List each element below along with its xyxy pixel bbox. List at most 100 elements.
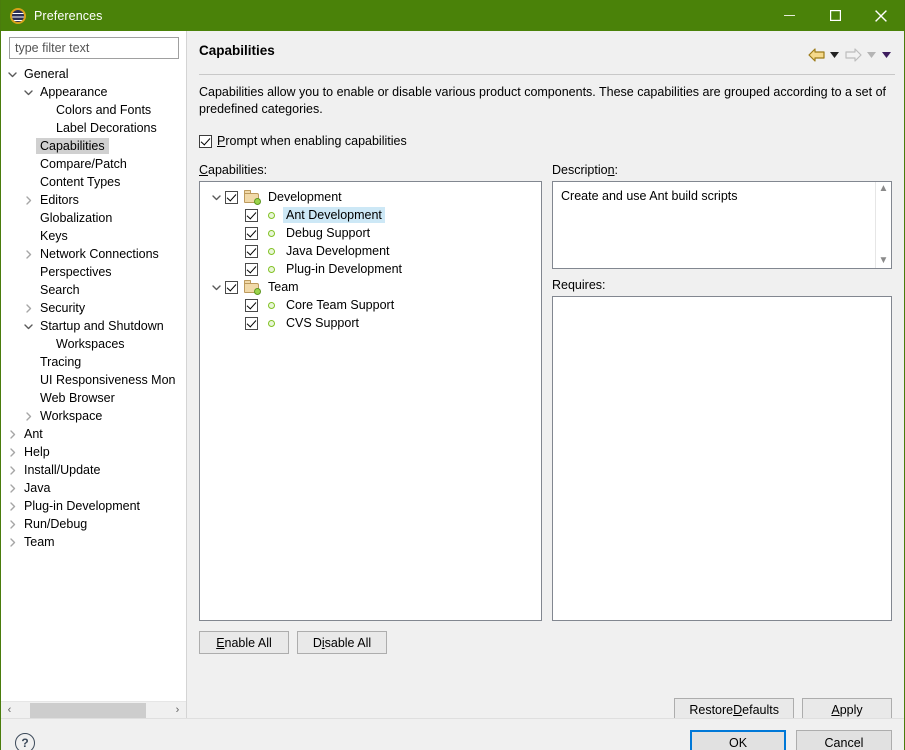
sidebar-item-general[interactable]: General [1, 65, 186, 83]
sidebar-item-startup-and-shutdown[interactable]: Startup and Shutdown [1, 317, 186, 335]
sidebar-item-network-connections[interactable]: Network Connections [1, 245, 186, 263]
capability-checkbox[interactable] [245, 208, 258, 222]
prompt-capabilities-checkbox[interactable] [199, 134, 212, 148]
sidebar-item-capabilities[interactable]: Capabilities [1, 137, 186, 155]
capability-checkbox[interactable] [245, 316, 258, 330]
sidebar-item-colors-and-fonts[interactable]: Colors and Fonts [1, 101, 186, 119]
disable-all-button[interactable]: Di sable All [297, 631, 387, 654]
description-vertical-scrollbar[interactable]: ▲ ▼ [875, 182, 891, 268]
cancel-button[interactable]: Cancel [796, 729, 892, 750]
sidebar-item-workspaces[interactable]: Workspaces [1, 335, 186, 353]
sidebar-item-install-update[interactable]: Install/Update [1, 461, 186, 479]
maximize-icon[interactable] [812, 0, 858, 31]
chevron-right-icon[interactable] [5, 501, 20, 511]
sidebar-item-keys[interactable]: Keys [1, 227, 186, 245]
sidebar-item-perspectives[interactable]: Perspectives [1, 263, 186, 281]
chevron-down-icon[interactable] [208, 193, 225, 202]
minimize-icon[interactable] [766, 0, 812, 31]
folder-green-icon [244, 280, 261, 295]
sidebar-item-java[interactable]: Java [1, 479, 186, 497]
sidebar-item-ant[interactable]: Ant [1, 425, 186, 443]
enable-all-button[interactable]: Enable All [199, 631, 289, 654]
requires-box[interactable] [552, 296, 892, 621]
capability-row[interactable]: Team [202, 278, 539, 296]
sidebar-item-editors[interactable]: Editors [1, 191, 186, 209]
chevron-right-icon[interactable] [5, 465, 20, 475]
filter-input[interactable] [9, 37, 179, 59]
sidebar-item-label: Security [40, 301, 86, 315]
sidebar-item-plug-in-development[interactable]: Plug-in Development [1, 497, 186, 515]
capability-row[interactable]: Java Development [202, 242, 539, 260]
chevron-right-icon[interactable] [5, 483, 20, 493]
forward-arrow-icon [842, 45, 864, 65]
chevron-right-icon[interactable] [5, 537, 20, 547]
chevron-right-icon[interactable] [21, 195, 36, 205]
capability-label: Java Development [286, 244, 390, 258]
chevron-right-icon[interactable] [5, 447, 20, 457]
chevron-down-icon[interactable] [5, 70, 20, 79]
sidebar-horizontal-scrollbar[interactable]: ‹ › [1, 701, 186, 719]
sidebar-item-help[interactable]: Help [1, 443, 186, 461]
eclipse-icon [10, 7, 26, 24]
enable-all-mnemonic: E [216, 635, 225, 650]
page-menu-chevron-down-icon[interactable] [879, 45, 894, 65]
sidebar-item-appearance[interactable]: Appearance [1, 83, 186, 101]
scroll-right-icon[interactable]: › [169, 701, 186, 719]
sidebar-item-label: Perspectives [40, 265, 112, 279]
sidebar-item-security[interactable]: Security [1, 299, 186, 317]
back-arrow-icon[interactable] [805, 45, 827, 65]
capabilities-tree[interactable]: Development Ant Development Debug Support J… [199, 181, 542, 621]
sidebar-item-globalization[interactable]: Globalization [1, 209, 186, 227]
sidebar-item-search[interactable]: Search [1, 281, 186, 299]
ok-button[interactable]: OK [690, 729, 786, 750]
description-label: Description: [552, 163, 892, 177]
scroll-track[interactable] [18, 701, 169, 719]
back-history-chevron-down-icon[interactable] [827, 45, 842, 65]
capability-row[interactable]: Core Team Support [202, 296, 539, 314]
capability-label: CVS Support [286, 316, 359, 330]
chevron-down-icon[interactable] [21, 322, 36, 331]
sidebar-item-web-browser[interactable]: Web Browser [1, 389, 186, 407]
scroll-down-icon[interactable]: ▼ [879, 256, 889, 266]
chevron-down-icon[interactable] [208, 283, 225, 292]
close-icon[interactable] [858, 0, 904, 31]
capability-checkbox[interactable] [225, 190, 238, 204]
capability-checkbox[interactable] [245, 226, 258, 240]
chevron-right-icon[interactable] [5, 519, 20, 529]
chevron-right-icon[interactable] [21, 249, 36, 259]
capability-row[interactable]: Debug Support [202, 224, 539, 242]
preference-tree[interactable]: General Appearance Colors and Fonts Label D… [1, 64, 186, 701]
prompt-capabilities-checkbox-row[interactable]: Prompt when enabling capabilities [187, 118, 904, 148]
capability-row[interactable]: Ant Development [202, 206, 539, 224]
sidebar-item-workspace[interactable]: Workspace [1, 407, 186, 425]
capabilities-label-mnemonic: C [199, 163, 209, 177]
capability-row[interactable]: Development [202, 188, 539, 206]
capability-checkbox[interactable] [225, 280, 238, 294]
capability-row[interactable]: Plug-in Development [202, 260, 539, 278]
capability-row[interactable]: CVS Support [202, 314, 539, 332]
sidebar-item-compare-patch[interactable]: Compare/Patch [1, 155, 186, 173]
sidebar-item-tracing[interactable]: Tracing [1, 353, 186, 371]
sidebar-item-team[interactable]: Team [1, 533, 186, 551]
sidebar-item-run-debug[interactable]: Run/Debug [1, 515, 186, 533]
description-box[interactable]: Create and use Ant build scripts ▲ ▼ [552, 181, 892, 269]
description-value: Create and use Ant build scripts [561, 189, 738, 203]
capability-checkbox[interactable] [245, 262, 258, 276]
help-question-icon[interactable]: ? [15, 733, 35, 750]
chevron-down-icon[interactable] [21, 88, 36, 97]
sidebar-item-content-types[interactable]: Content Types [1, 173, 186, 191]
capabilities-column: Capabilities: Development Ant Development… [199, 163, 542, 654]
capability-checkbox[interactable] [245, 298, 258, 312]
sidebar-item-label-decorations[interactable]: Label Decorations [1, 119, 186, 137]
chevron-right-icon[interactable] [21, 303, 36, 313]
capability-checkbox[interactable] [245, 244, 258, 258]
scroll-thumb[interactable] [30, 702, 146, 718]
chevron-right-icon[interactable] [21, 411, 36, 421]
page-navigation [805, 43, 894, 65]
scroll-left-icon[interactable]: ‹ [1, 701, 18, 719]
details-column: Description: Create and use Ant build sc… [552, 163, 892, 654]
content-columns: Capabilities: Development Ant Development… [187, 148, 904, 654]
sidebar-item-ui-responsiveness-mon[interactable]: UI Responsiveness Mon [1, 371, 186, 389]
chevron-right-icon[interactable] [5, 429, 20, 439]
scroll-up-icon[interactable]: ▲ [879, 184, 889, 194]
